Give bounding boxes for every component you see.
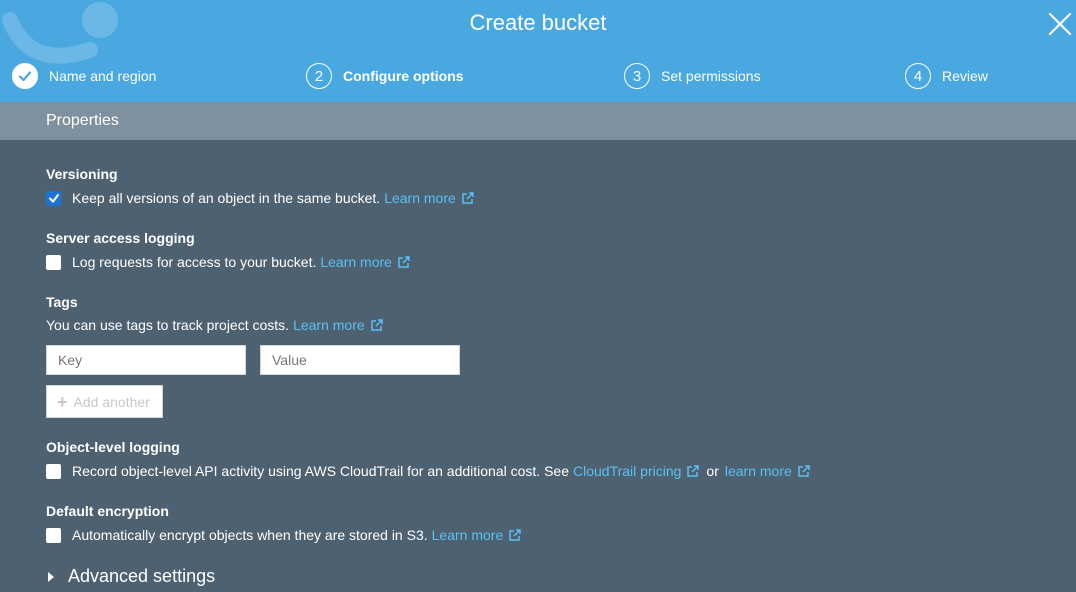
tags-text: You can use tags to track project costs. bbox=[46, 317, 290, 333]
versioning-text: Keep all versions of an object in the sa… bbox=[72, 190, 381, 206]
encryption-learn-more-link[interactable]: Learn more bbox=[432, 527, 504, 543]
external-link-icon[interactable] bbox=[508, 528, 522, 542]
server-logging-title: Server access logging bbox=[46, 230, 195, 246]
step-review[interactable]: 4 Review bbox=[905, 63, 988, 89]
advanced-settings-label: Advanced settings bbox=[68, 566, 216, 586]
external-link-icon[interactable] bbox=[397, 255, 411, 269]
encryption-text: Automatically encrypt objects when they … bbox=[72, 527, 428, 543]
step-name-and-region[interactable]: Name and region bbox=[12, 63, 156, 89]
encryption-checkbox[interactable] bbox=[46, 527, 61, 543]
step-label: Review bbox=[942, 68, 988, 84]
object-logging-checkbox[interactable] bbox=[46, 463, 61, 479]
check-icon bbox=[12, 63, 38, 89]
object-logging-text: Record object-level API activity using A… bbox=[72, 463, 569, 479]
tags-description-row: You can use tags to track project costs.… bbox=[46, 317, 384, 333]
step-number: 2 bbox=[306, 63, 332, 89]
object-logging-title: Object-level logging bbox=[46, 439, 180, 455]
caret-right-icon bbox=[48, 571, 54, 582]
add-another-label: Add another bbox=[73, 393, 150, 410]
checkmark-icon bbox=[48, 194, 59, 203]
external-link-icon[interactable] bbox=[370, 318, 384, 332]
advanced-settings-toggle[interactable]: Advanced settings bbox=[48, 566, 215, 587]
properties-heading: Properties bbox=[46, 112, 119, 129]
server-logging-checkbox[interactable] bbox=[46, 254, 61, 270]
encryption-title: Default encryption bbox=[46, 503, 169, 519]
encryption-row: Automatically encrypt objects when they … bbox=[46, 527, 522, 543]
tags-learn-more-link[interactable]: Learn more bbox=[293, 317, 365, 333]
step-label: Configure options bbox=[343, 68, 464, 84]
server-logging-learn-more-link[interactable]: Learn more bbox=[320, 254, 392, 270]
step-number: 3 bbox=[624, 63, 650, 89]
server-logging-row: Log requests for access to your bucket. … bbox=[46, 254, 411, 270]
tags-title: Tags bbox=[46, 294, 78, 310]
versioning-row: Keep all versions of an object in the sa… bbox=[46, 190, 475, 206]
properties-bar: Properties bbox=[0, 102, 1076, 140]
dialog-title: Create bucket bbox=[469, 10, 607, 35]
versioning-learn-more-link[interactable]: Learn more bbox=[384, 190, 456, 206]
tag-key-input[interactable] bbox=[46, 345, 246, 375]
dialog-header: Create bucket Name and region 2 Configur… bbox=[0, 0, 1076, 102]
step-label: Set permissions bbox=[661, 68, 761, 84]
object-logging-row: Record object-level API activity using A… bbox=[46, 463, 811, 479]
plus-icon: + bbox=[57, 391, 68, 412]
server-logging-text: Log requests for access to your bucket. bbox=[72, 254, 317, 270]
step-configure-options[interactable]: 2 Configure options bbox=[306, 63, 464, 89]
object-logging-learn-more-link[interactable]: learn more bbox=[725, 463, 792, 479]
step-label: Name and region bbox=[49, 68, 157, 84]
close-icon[interactable] bbox=[1046, 10, 1074, 38]
external-link-icon[interactable] bbox=[461, 191, 475, 205]
cloudtrail-pricing-link[interactable]: CloudTrail pricing bbox=[573, 463, 681, 479]
step-number: 4 bbox=[905, 63, 931, 89]
external-link-icon[interactable] bbox=[797, 464, 811, 478]
or-text: or bbox=[706, 463, 719, 479]
versioning-checkbox[interactable] bbox=[46, 190, 61, 206]
versioning-title: Versioning bbox=[46, 166, 118, 182]
tag-value-input[interactable] bbox=[260, 345, 460, 375]
add-another-button[interactable]: + Add another bbox=[46, 385, 163, 418]
external-link-icon[interactable] bbox=[686, 464, 700, 478]
step-set-permissions[interactable]: 3 Set permissions bbox=[624, 63, 761, 89]
